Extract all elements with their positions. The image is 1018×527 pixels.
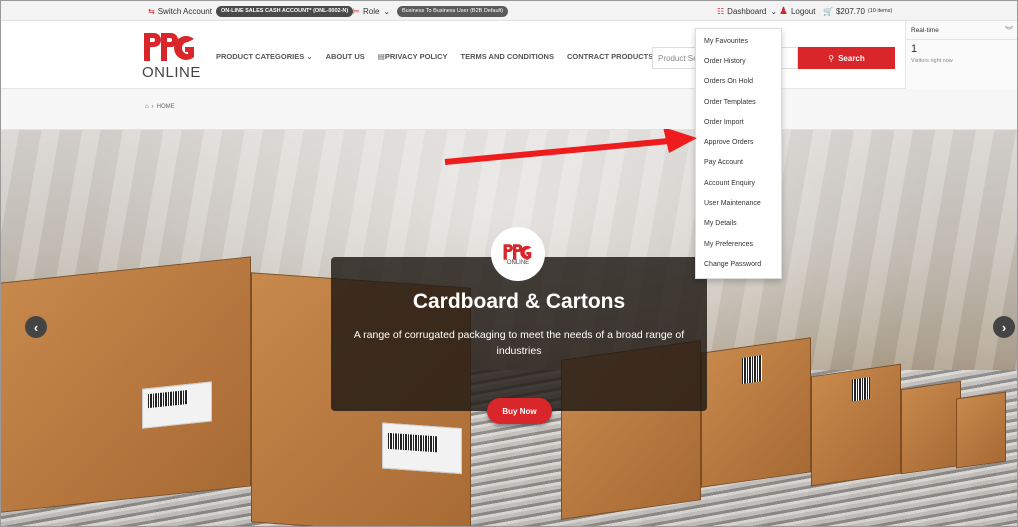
dashboard-icon: ☷: [717, 6, 725, 16]
breadcrumb-separator: ›: [151, 104, 154, 110]
search-button[interactable]: ⚲ Search: [798, 47, 895, 69]
role-label: Role: [362, 6, 380, 16]
red-arrow-annotation: [444, 129, 697, 165]
search-button-label: Search: [838, 53, 865, 63]
logo-wordmark: ONLINE: [142, 64, 201, 81]
site-header: ONLINE PRODUCT CATEGORIES ⌄ ABOUT US ▤PR…: [1, 21, 1017, 89]
collapse-icon[interactable]: ︾: [1005, 25, 1013, 36]
menu-item-orders-on-hold[interactable]: Orders On Hold: [704, 78, 753, 85]
menu-item-order-import[interactable]: Order Import: [704, 119, 744, 126]
main-navigation: PRODUCT CATEGORIES ⌄ ABOUT US ▤PRIVACY P…: [216, 52, 653, 61]
breadcrumb-home[interactable]: HOME: [157, 104, 175, 110]
chevron-down-icon: ⌄: [770, 6, 778, 16]
ppg-logo-mark-icon: [503, 244, 532, 260]
chevron-left-icon: ‹: [33, 319, 39, 335]
cardboard-box-image: [956, 391, 1006, 469]
realtime-visitors-widget: Real-time ︾ 1 Visitors right now: [905, 21, 1017, 89]
menu-item-order-templates[interactable]: Order Templates: [704, 99, 756, 106]
hero-logo-badge: ONLINE: [491, 227, 545, 281]
hero-logo-text: ONLINE: [506, 260, 530, 266]
account-pill: ON-LINE SALES CASH ACCOUNT* (ONL-0002-N): [216, 5, 354, 17]
nav-contract-products[interactable]: CONTRACT PRODUCTS: [567, 52, 653, 61]
nav-about-us[interactable]: ABOUT US: [326, 52, 365, 61]
visitor-label: Visitors right now: [911, 58, 953, 64]
role-badge: Business To Business User (B2B Default): [397, 5, 509, 17]
nav-privacy-policy[interactable]: ▤PRIVACY POLICY: [378, 52, 448, 61]
menu-item-my-details[interactable]: My Details: [704, 220, 737, 227]
browser-viewport: ⇆ Switch Account ON-LINE SALES CASH ACCO…: [0, 0, 1018, 527]
nav-terms-and-conditions[interactable]: TERMS AND CONDITIONS: [461, 52, 554, 61]
cart-total: $207.70: [835, 6, 865, 16]
visitor-count: 1: [911, 43, 918, 55]
menu-item-my-favourites[interactable]: My Favourites: [704, 38, 748, 45]
ppg-logo-mark-icon: [144, 33, 194, 61]
cardboard-box-image: [901, 380, 961, 475]
hero-subtitle: A range of corrugated packaging to meet …: [353, 329, 685, 357]
breadcrumb: ⌂ › HOME: [1, 89, 1017, 130]
buy-now-button[interactable]: Buy Now: [487, 398, 552, 424]
menu-item-order-history[interactable]: Order History: [704, 58, 746, 65]
dashboard-dropdown-menu: My Favourites Order History Orders On Ho…: [695, 28, 782, 279]
realtime-title: Real-time: [911, 27, 939, 34]
role-pill: Business To Business User (B2B Default): [397, 5, 509, 17]
switch-icon: ⇆: [148, 6, 155, 16]
hero-title: Cardboard & Cartons: [412, 290, 626, 313]
menu-item-account-enquiry[interactable]: Account Enquiry: [704, 180, 755, 187]
hero-caption-panel: ONLINE Cardboard & Cartons A range of co…: [331, 227, 707, 411]
cart-item-count: (10 items): [867, 8, 893, 14]
logout-label: Logout: [790, 6, 816, 16]
user-icon: ♟: [779, 5, 788, 17]
top-utility-bar: ⇆ Switch Account ON-LINE SALES CASH ACCO…: [1, 1, 1017, 21]
nav-product-categories[interactable]: PRODUCT CATEGORIES ⌄: [216, 52, 313, 61]
carousel-next-button[interactable]: ›: [993, 316, 1015, 338]
role-icon: ⊨: [353, 6, 360, 16]
menu-item-my-preferences[interactable]: My Preferences: [704, 241, 753, 248]
cart-link[interactable]: 🛒 $207.70 (10 items): [823, 5, 892, 17]
divider: [906, 39, 1017, 40]
chevron-right-icon: ›: [1001, 319, 1007, 335]
switch-account-label: Switch Account: [157, 6, 212, 16]
logout-link[interactable]: ♟ Logout: [779, 5, 815, 17]
menu-item-pay-account[interactable]: Pay Account: [704, 159, 743, 166]
ppg-logo[interactable]: ONLINE: [142, 29, 201, 85]
cardboard-box-image: [1, 256, 251, 514]
menu-item-change-password[interactable]: Change Password: [704, 261, 761, 268]
dashboard-label: Dashboard: [727, 6, 767, 16]
menu-item-approve-orders[interactable]: Approve Orders: [704, 139, 753, 146]
carousel-prev-button[interactable]: ‹: [25, 316, 47, 338]
menu-item-user-maintenance[interactable]: User Maintenance: [704, 200, 761, 207]
account-badge[interactable]: ON-LINE SALES CASH ACCOUNT* (ONL-0002-N): [216, 5, 354, 17]
cardboard-box-image: [701, 337, 811, 488]
switch-account-link[interactable]: ⇆ Switch Account: [148, 5, 212, 17]
cart-icon: 🛒: [823, 6, 833, 16]
home-icon[interactable]: ⌂: [145, 104, 149, 110]
cardboard-box-image: [811, 363, 901, 487]
document-icon: ▤: [377, 52, 385, 61]
hero-carousel: ONLINE Cardboard & Cartons A range of co…: [1, 130, 1017, 526]
dashboard-menu-toggle[interactable]: ☷ Dashboard ⌄: [717, 5, 777, 17]
chevron-down-icon: ⌄: [383, 6, 391, 16]
search-icon: ⚲: [828, 53, 835, 63]
role-dropdown[interactable]: ⊨ Role ⌄: [353, 5, 390, 17]
